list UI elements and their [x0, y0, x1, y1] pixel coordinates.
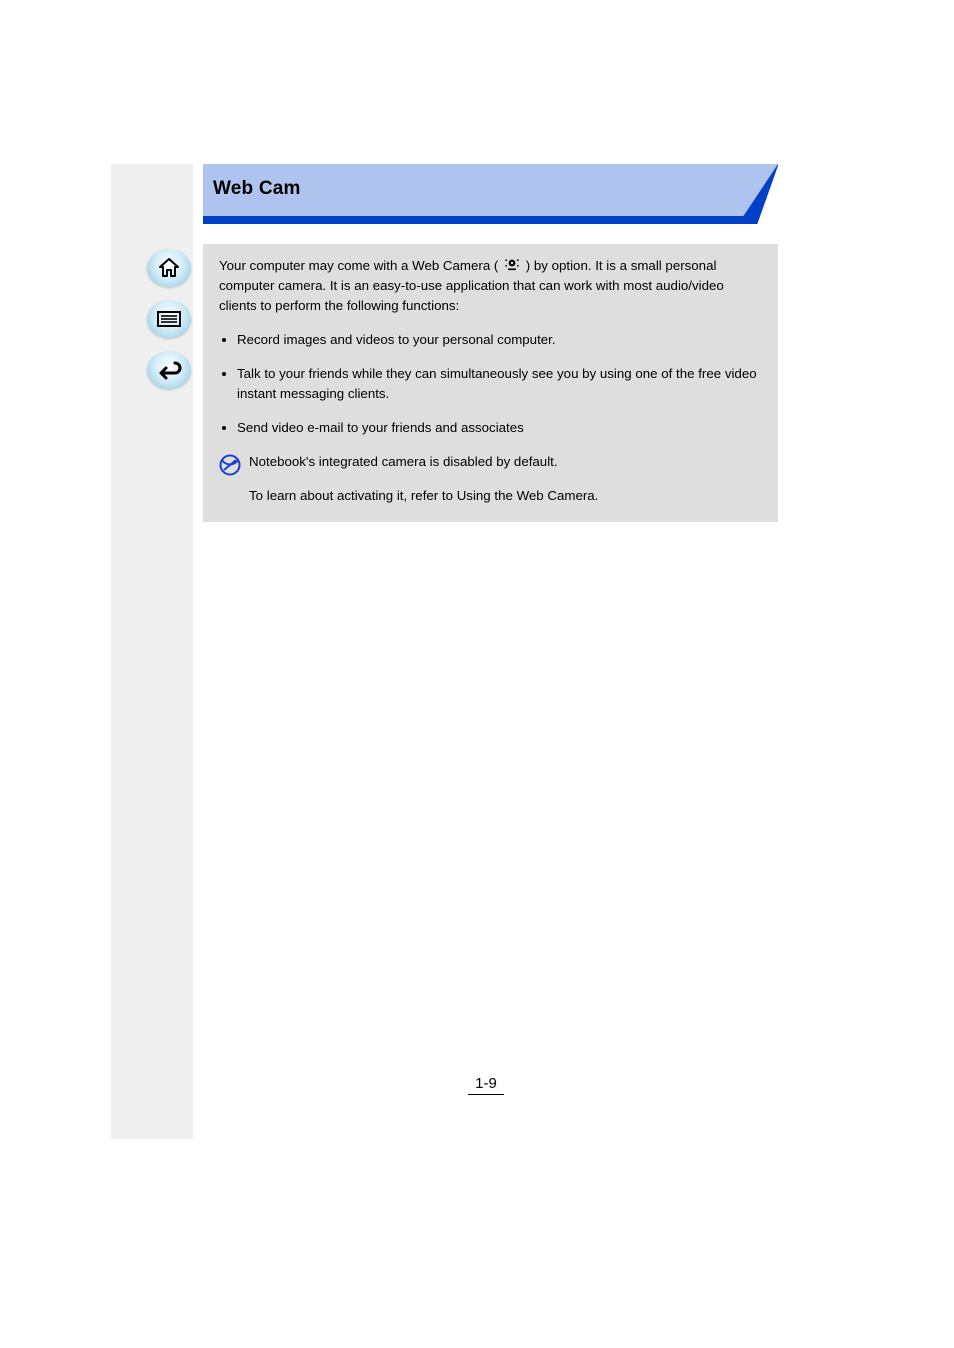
feature-item: Record images and videos to your persona… [237, 330, 762, 350]
note-block: Notebook's integrated camera is disabled… [219, 452, 762, 506]
page-number: 1-9 [466, 1075, 506, 1092]
page-number-underline [468, 1094, 504, 1095]
content-area: Web Cam Your computer may come with a We… [203, 164, 778, 522]
note-line-2-suffix: . [595, 488, 599, 503]
nav-home-button[interactable] [147, 249, 191, 287]
feature-list: Record images and videos to your persona… [219, 330, 762, 438]
intro-paragraph: Your computer may come with a Web Camera… [219, 256, 762, 316]
info-box: Your computer may come with a Web Camera… [203, 244, 778, 522]
page-title: Web Cam [213, 178, 301, 200]
note-line-1: Notebook's integrated camera is disabled… [249, 452, 598, 472]
title-bar: Web Cam [203, 164, 778, 224]
feature-item: Talk to your friends while they can simu… [237, 364, 762, 404]
webcam-icon [504, 257, 520, 277]
index-icon [156, 309, 182, 329]
nav-index-button[interactable] [147, 300, 191, 338]
intro-prefix: Your computer may come with a Web Camera… [219, 258, 502, 273]
feature-item: Send video e-mail to your friends and as… [237, 418, 762, 438]
note-line-2: To learn about activating it, refer to U… [249, 486, 598, 506]
nav-back-button[interactable] [147, 351, 191, 389]
home-icon [157, 257, 181, 279]
note-text: Notebook's integrated camera is disabled… [249, 452, 598, 506]
webcam-usage-link[interactable]: Using the Web Camera [457, 488, 595, 503]
note-line-2-prefix: To learn about activating it, refer to [249, 488, 457, 503]
note-icon [219, 454, 241, 482]
back-icon [156, 359, 182, 381]
